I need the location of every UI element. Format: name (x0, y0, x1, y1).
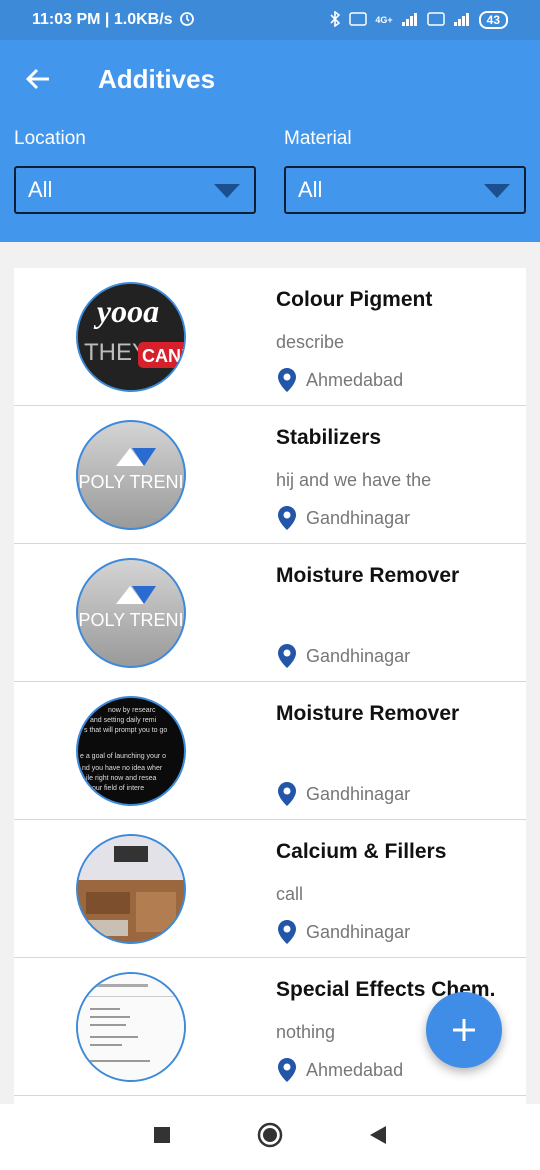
plus-icon (453, 1019, 475, 1041)
item-description: call (276, 884, 304, 904)
material-dropdown[interactable]: All (284, 166, 526, 214)
item-title: Calcium & Fillers (276, 840, 447, 863)
item-title: Colour Pigment (276, 288, 433, 311)
thumb-line-4: e a goal of launching your o (80, 753, 166, 760)
material-value: All (298, 177, 323, 202)
item-thumbnail: POLY TRENI (76, 558, 186, 668)
location-label: Location (14, 128, 86, 149)
thumb-line-1: now by researc (108, 707, 156, 714)
home-button[interactable] (257, 1122, 283, 1153)
item-location-text: Ahmedabad (306, 369, 404, 390)
item-location-text: Gandhinagar (306, 645, 411, 666)
list-item[interactable]: POLY TRENI Moisture Remover Gandhinagar (14, 544, 526, 682)
item-location-text: Gandhinagar (306, 783, 411, 804)
item-thumbnail: now by researc and setting daily remi s … (76, 696, 186, 806)
thumb-cant-text: CAN' (142, 346, 184, 366)
thumb-line-3: s that will prompt you to go (84, 727, 167, 734)
recent-apps-button[interactable] (153, 1126, 171, 1149)
alarm-icon (179, 10, 195, 31)
thumb-line-2: and setting daily remi (90, 717, 157, 724)
thumb-line-7: our field of intere (92, 785, 144, 792)
location-pin-icon (278, 1058, 296, 1082)
bluetooth-icon (329, 9, 341, 30)
item-thumbnail: yooa THEY CAN' (76, 282, 186, 392)
thumb-line-6: ile right now and resea (86, 775, 157, 782)
signal-icon (401, 12, 419, 29)
item-title: Moisture Remover (276, 564, 460, 587)
item-location: Ahmedabad (278, 368, 403, 392)
item-location-text: Ahmedabad (306, 1059, 404, 1080)
location-dropdown[interactable]: All (14, 166, 256, 214)
location-pin-icon (278, 782, 296, 806)
thumb-poly-text: POLY TRENI (78, 610, 183, 630)
list-item[interactable]: Calcium & Fillers call Gandhinagar (14, 820, 526, 958)
status-bar: 11:03 PM | 1.0KB/s 4G+ 43 (0, 0, 540, 40)
signal-icon-2 (453, 12, 471, 29)
additives-list: yooa THEY CAN' Colour Pigment describe A… (14, 268, 526, 1104)
battery-indicator: 43 (478, 11, 508, 29)
volte-icon-2 (426, 11, 445, 29)
item-location-text: Gandhinagar (306, 921, 411, 942)
list-item[interactable]: now by researc and setting daily remi s … (14, 682, 526, 820)
item-location: Ahmedabad (278, 1058, 403, 1082)
item-description: describe (276, 332, 345, 352)
item-title: Stabilizers (276, 426, 382, 449)
triangle-back-icon (370, 1125, 386, 1144)
location-pin-icon (278, 506, 296, 530)
app-bar: Additives (0, 40, 540, 118)
status-time: 11:03 PM | 1.0KB/s (32, 11, 173, 28)
filter-panel: Location All Material All (0, 118, 540, 242)
thumb-poly-text: POLY TRENI (78, 472, 183, 492)
item-location-text: Gandhinagar (306, 507, 411, 528)
square-icon (154, 1126, 170, 1143)
item-description: hij and we have the (276, 470, 432, 490)
location-value: All (28, 177, 53, 202)
location-pin-icon (278, 368, 296, 392)
back-arrow-icon[interactable] (0, 40, 76, 118)
thumb-yooa-text: yooa (93, 293, 159, 329)
network-type: 4G+ (375, 15, 393, 25)
dropdown-caret-icon (214, 184, 240, 198)
add-button[interactable] (426, 992, 502, 1068)
item-thumbnail (76, 834, 186, 944)
back-button[interactable] (369, 1125, 387, 1150)
system-nav-bar (0, 1104, 540, 1170)
thumb-line-5: nd you have no idea wher (82, 765, 163, 772)
item-thumbnail: POLY TRENI (76, 420, 186, 530)
location-pin-icon (278, 920, 296, 944)
item-description: nothing (276, 1022, 336, 1042)
volte-icon (349, 11, 368, 29)
item-thumbnail (76, 972, 186, 1082)
circle-icon (257, 1122, 283, 1147)
item-title: Moisture Remover (276, 702, 460, 725)
location-pin-icon (278, 644, 296, 668)
material-label: Material (284, 128, 352, 149)
dropdown-caret-icon (484, 184, 510, 198)
item-location: Gandhinagar (278, 506, 410, 530)
page-title: Additives (98, 63, 216, 94)
item-location: Gandhinagar (278, 782, 410, 806)
item-location: Gandhinagar (278, 920, 410, 944)
list-item[interactable]: POLY TRENI Stabilizers hij and we have t… (14, 406, 526, 544)
item-location: Gandhinagar (278, 644, 410, 668)
list-item[interactable]: yooa THEY CAN' Colour Pigment describe A… (14, 268, 526, 406)
